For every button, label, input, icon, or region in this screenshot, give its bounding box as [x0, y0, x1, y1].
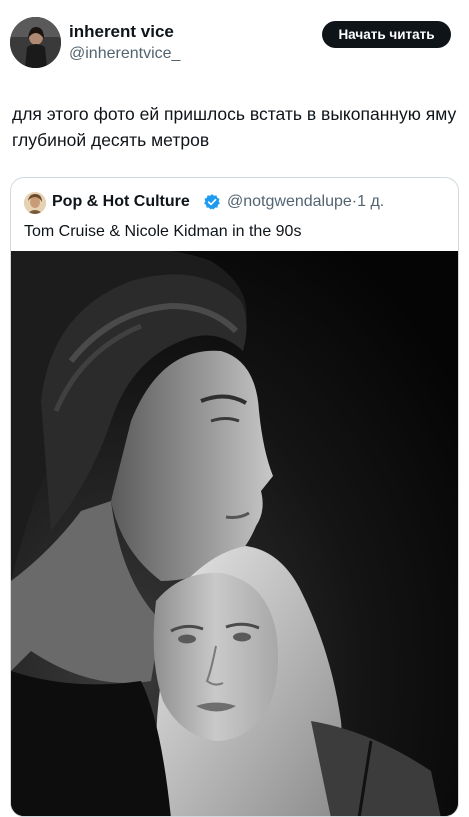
quoted-post-time[interactable]: 1 д.: [357, 193, 384, 210]
author-handle[interactable]: @inherentvice_: [69, 45, 180, 63]
quoted-author-meta[interactable]: @notgwendalupe·1 д.: [227, 193, 384, 211]
post-header: inherent vice @inherentvice_ Начать чита…: [0, 0, 469, 80]
verified-badge-icon: [203, 193, 221, 211]
follow-button[interactable]: Начать читать: [322, 21, 451, 48]
post-text: для этого фото ей пришлось встать в выко…: [12, 104, 457, 150]
quoted-author-handle[interactable]: @notgwendalupe: [227, 193, 352, 210]
quoted-author-avatar[interactable]: [24, 192, 46, 214]
author-avatar[interactable]: [10, 17, 61, 68]
quoted-post-text: Tom Cruise & Nicole Kidman in the 90s: [24, 223, 302, 240]
quoted-post-card[interactable]: Pop & Hot Culture @notgwendalupe·1 д. To…: [10, 177, 459, 817]
quoted-author-display-name[interactable]: Pop & Hot Culture: [52, 193, 190, 211]
author-display-name[interactable]: inherent vice: [69, 22, 174, 42]
quoted-post-photo[interactable]: [11, 251, 458, 816]
